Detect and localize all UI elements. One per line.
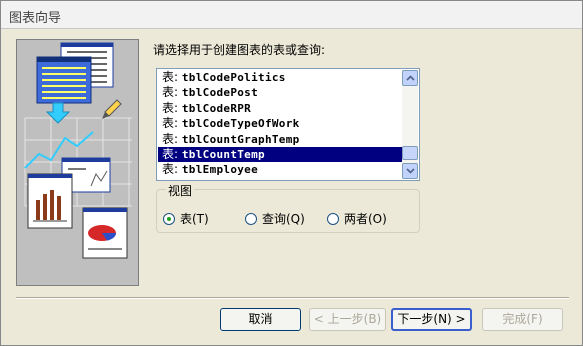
radio-queries[interactable]: 查询(Q) [245, 210, 305, 227]
radio-both-circle[interactable] [327, 212, 339, 225]
list-item-prefix: 表: [162, 85, 179, 100]
list-item-prefix: 表: [162, 116, 179, 131]
chevron-down-icon [406, 168, 415, 174]
prompt-label: 请选择用于创建图表的表或查询: [153, 43, 326, 57]
view-groupbox: 视图 表(T) 查询(Q) 两者(O) [156, 182, 420, 233]
radio-tables-label: 表(T) [180, 212, 209, 226]
radio-queries-circle[interactable] [245, 212, 257, 225]
list-item-name: tblCodePolitics [181, 71, 286, 84]
chevron-up-icon [406, 75, 415, 81]
title-bar: 图表向导 [1, 1, 582, 29]
back-button[interactable]: < 上一步(B) [309, 308, 386, 331]
listbox-items: 表: tblCodePolitics 表: tblCodePost 表: tblCo… [158, 70, 403, 178]
wizard-illustration [16, 39, 139, 286]
list-item[interactable]: 表: tblCountTemp [158, 146, 403, 163]
list-item-name: tblCodeRPR [181, 101, 252, 115]
radio-both[interactable]: 两者(O) [327, 210, 387, 227]
scroll-down-button[interactable] [402, 163, 418, 179]
list-item-name: tblCodePost [181, 86, 259, 100]
scroll-thumb[interactable] [402, 146, 418, 160]
divider [16, 297, 569, 299]
radio-tables-circle[interactable] [163, 212, 175, 225]
scroll-up-button[interactable] [402, 70, 418, 86]
list-item-name: tblCountGraphTemp [181, 132, 300, 146]
list-item-prefix: 表: [162, 162, 179, 177]
list-item-prefix: 表: [162, 70, 179, 84]
cancel-button[interactable]: 取消 [220, 308, 301, 331]
list-item-name: tblEmployee [181, 163, 259, 177]
list-item-prefix: 表: [162, 100, 179, 115]
radio-both-label: 两者(O) [344, 212, 387, 226]
finish-button[interactable]: 完成(F) [482, 308, 563, 331]
chart-wizard-dialog: 图表向导 请选择用于创建图表的表或查询: 表: tblCodePolitics … [0, 0, 583, 346]
next-button[interactable]: 下一步(N) > [391, 308, 472, 331]
table-query-listbox[interactable]: 表: tblCodePolitics 表: tblCodePost 表: tblCo… [156, 68, 420, 181]
listbox-scrollbar[interactable] [402, 70, 418, 179]
list-item-prefix: 表: [162, 131, 179, 146]
window-title: 图表向导 [9, 11, 62, 26]
list-item[interactable]: 表: tblCodeRPR [158, 101, 403, 116]
list-item-name: tblCodeTypeOfWork [181, 117, 300, 131]
list-item-prefix: 表: [162, 146, 179, 161]
list-item-name: tblCountTemp [181, 147, 265, 161]
list-item[interactable]: 表: tblCodePolitics [158, 70, 403, 85]
list-item[interactable]: 表: tblCodePost [158, 85, 403, 100]
view-group-legend: 视图 [166, 182, 195, 199]
list-item[interactable]: 表: tblCodeTypeOfWork [158, 116, 403, 131]
radio-queries-label: 查询(Q) [262, 212, 305, 226]
list-item[interactable]: 表: tblEmployee [158, 162, 403, 177]
list-item[interactable]: 表: tblCountGraphTemp [158, 132, 403, 147]
radio-tables[interactable]: 表(T) [163, 210, 209, 227]
